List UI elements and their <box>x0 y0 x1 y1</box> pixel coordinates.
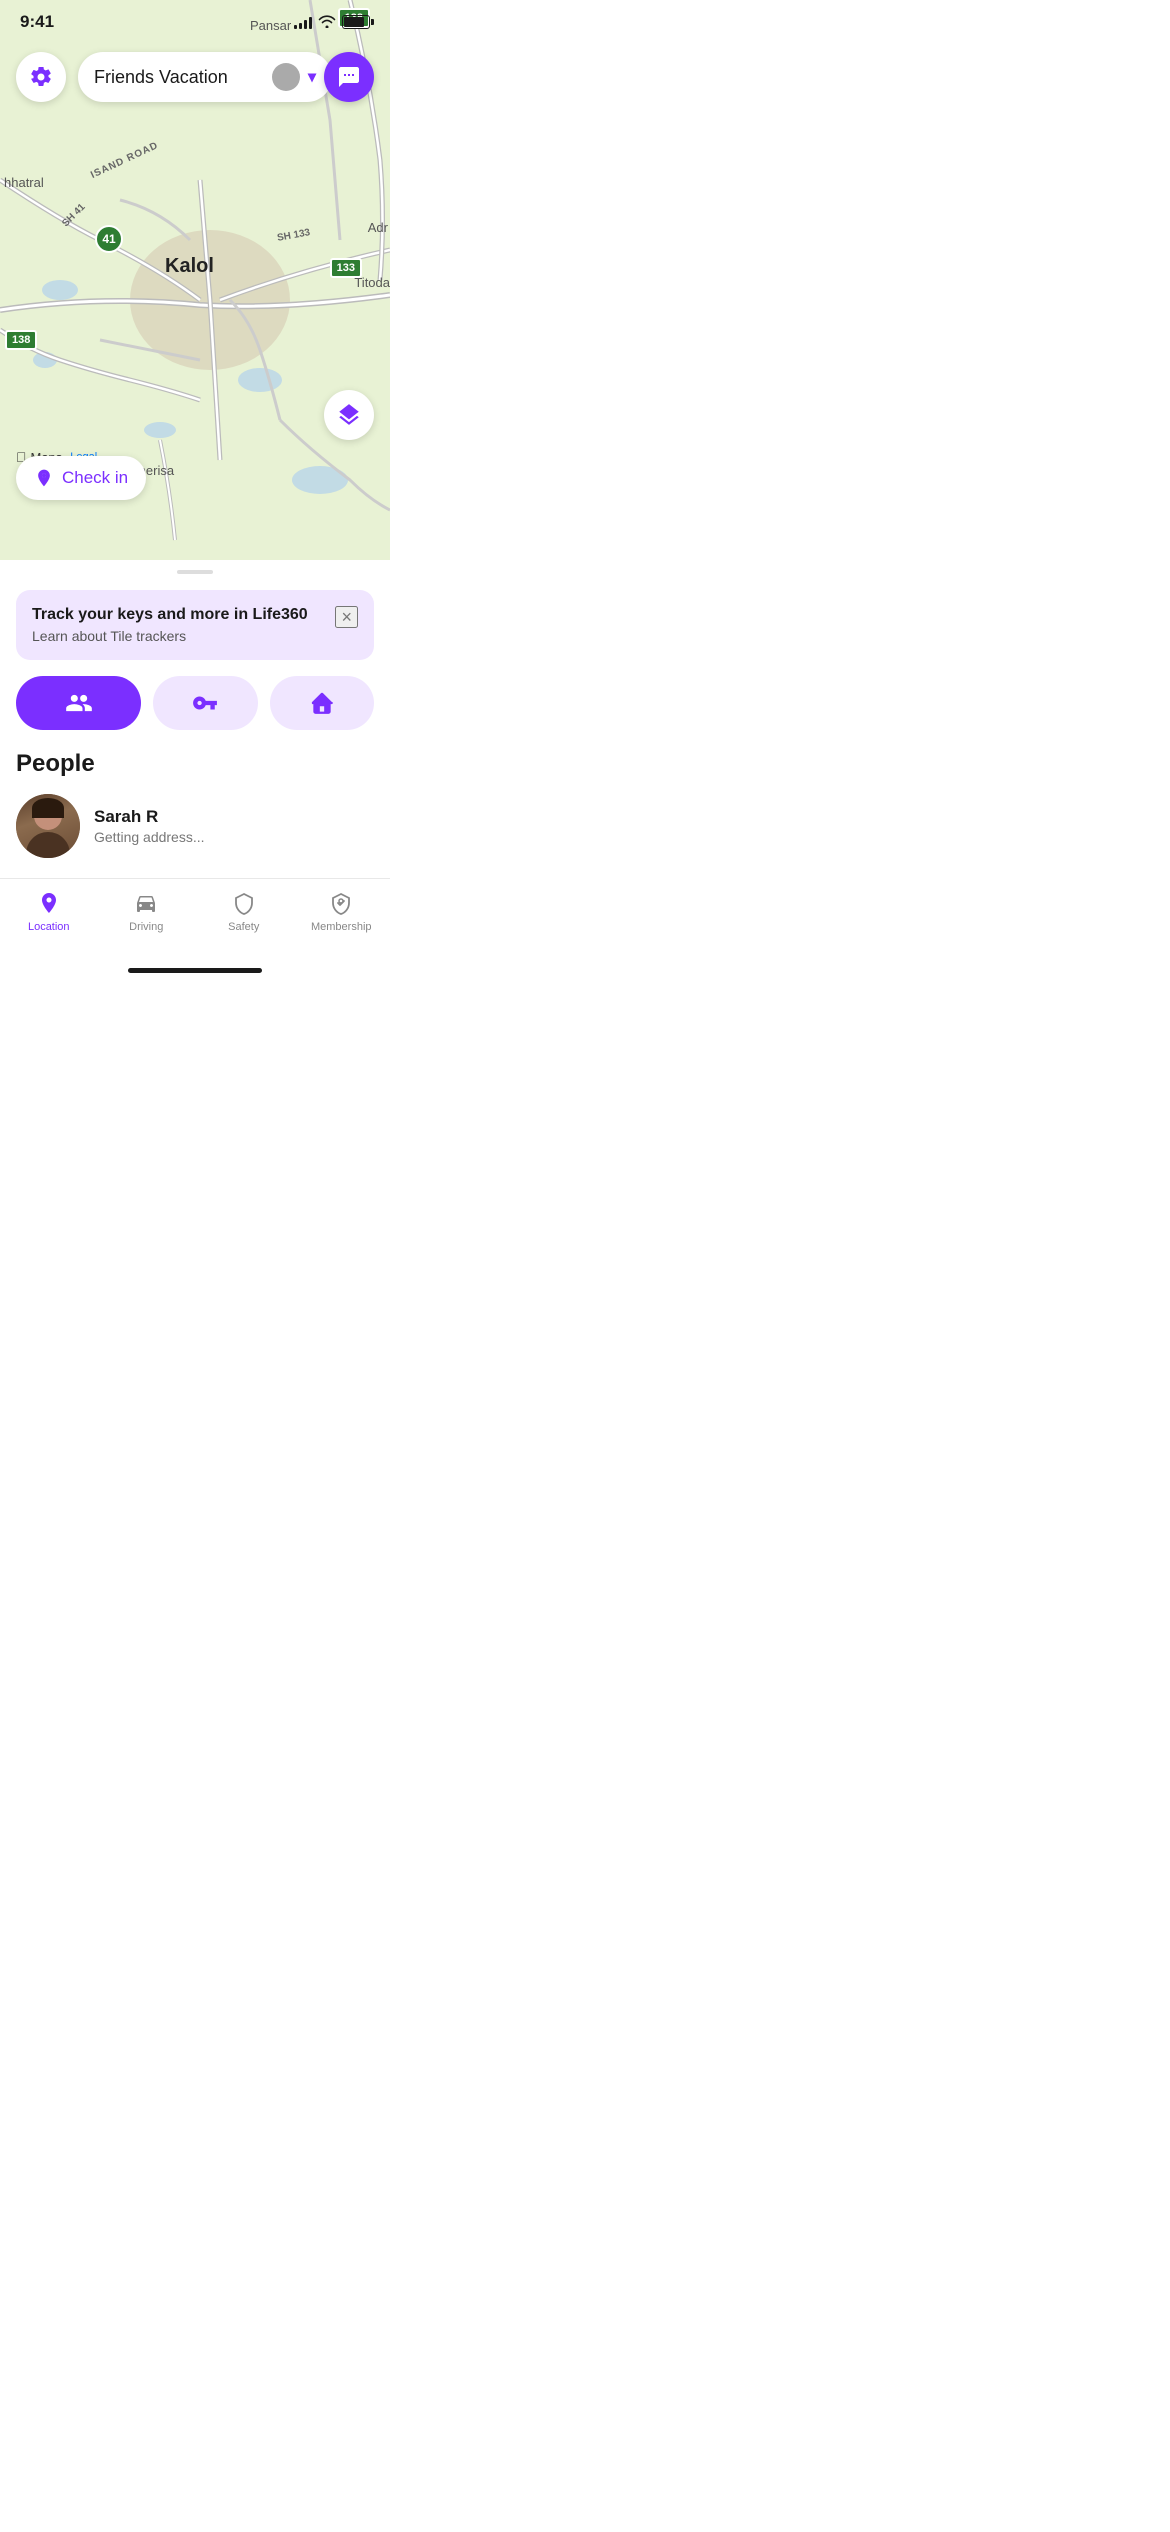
signal-icon <box>294 15 312 29</box>
sheet-handle <box>177 570 213 574</box>
status-bar: 9:41 <box>0 0 390 44</box>
checkin-icon <box>34 468 54 488</box>
person-status: Getting address... <box>94 829 205 845</box>
bottom-nav: Location Driving Safety Membership <box>0 878 390 953</box>
status-time: 9:41 <box>20 12 54 32</box>
settings-icon <box>29 65 53 89</box>
people-tab-button[interactable] <box>16 676 141 730</box>
group-selector-right: ▾ <box>272 63 316 91</box>
nav-label-safety: Safety <box>228 921 259 933</box>
chat-button[interactable] <box>324 52 374 102</box>
map-container[interactable]: Pansar hhatral Kalol Adr Titoda Sherisa … <box>0 0 390 560</box>
safety-nav-icon <box>230 889 258 917</box>
nav-item-driving[interactable]: Driving <box>98 889 196 933</box>
person-row[interactable]: Sarah R Getting address... <box>16 794 374 878</box>
driving-nav-icon <box>132 889 160 917</box>
bottom-sheet: Track your keys and more in Life360 Lear… <box>0 570 390 878</box>
nav-item-safety[interactable]: Safety <box>195 889 293 933</box>
nav-label-location: Location <box>28 921 70 933</box>
road-sign-41: 41 <box>95 225 123 253</box>
checkin-button[interactable]: Check in <box>16 456 146 500</box>
road-sign-133: 133 <box>330 258 362 278</box>
avatar <box>16 794 80 858</box>
membership-nav-icon <box>327 889 355 917</box>
home-bar <box>128 968 262 973</box>
battery-icon <box>342 15 370 29</box>
tile-tab-button[interactable] <box>153 676 257 730</box>
tile-banner: Track your keys and more in Life360 Lear… <box>16 590 374 660</box>
status-icons <box>294 14 370 31</box>
wifi-icon <box>318 14 336 31</box>
nav-item-membership[interactable]: Membership <box>293 889 391 933</box>
people-section-title: People <box>16 750 374 778</box>
tile-banner-title: Track your keys and more in Life360 <box>32 606 308 624</box>
layers-button[interactable] <box>324 390 374 440</box>
layers-icon <box>336 402 362 428</box>
home-indicator <box>0 953 390 987</box>
road-sign-138-left: 138 <box>5 330 37 350</box>
people-section: People Sarah R Getting address... <box>0 730 390 878</box>
places-icon <box>309 690 335 716</box>
person-name: Sarah R <box>94 807 205 827</box>
checkin-label: Check in <box>62 468 128 488</box>
settings-button[interactable] <box>16 52 66 102</box>
close-banner-button[interactable]: × <box>335 606 358 628</box>
nav-item-location[interactable]: Location <box>0 889 98 933</box>
action-buttons-row <box>0 660 390 730</box>
nav-label-membership: Membership <box>311 921 372 933</box>
group-name: Friends Vacation <box>94 67 228 88</box>
places-tab-button[interactable] <box>270 676 374 730</box>
person-info: Sarah R Getting address... <box>94 807 205 845</box>
group-selector[interactable]: Friends Vacation ▾ <box>78 52 332 102</box>
chevron-down-icon: ▾ <box>308 67 316 87</box>
chat-icon <box>337 65 361 89</box>
location-nav-icon <box>35 889 63 917</box>
nav-label-driving: Driving <box>129 921 163 933</box>
people-icon <box>65 689 93 717</box>
tile-banner-content: Track your keys and more in Life360 Lear… <box>32 606 308 644</box>
tile-banner-subtitle: Learn about Tile trackers <box>32 628 308 644</box>
avatar-image <box>16 794 80 858</box>
tile-key-icon <box>192 690 218 716</box>
group-avatar <box>272 63 300 91</box>
